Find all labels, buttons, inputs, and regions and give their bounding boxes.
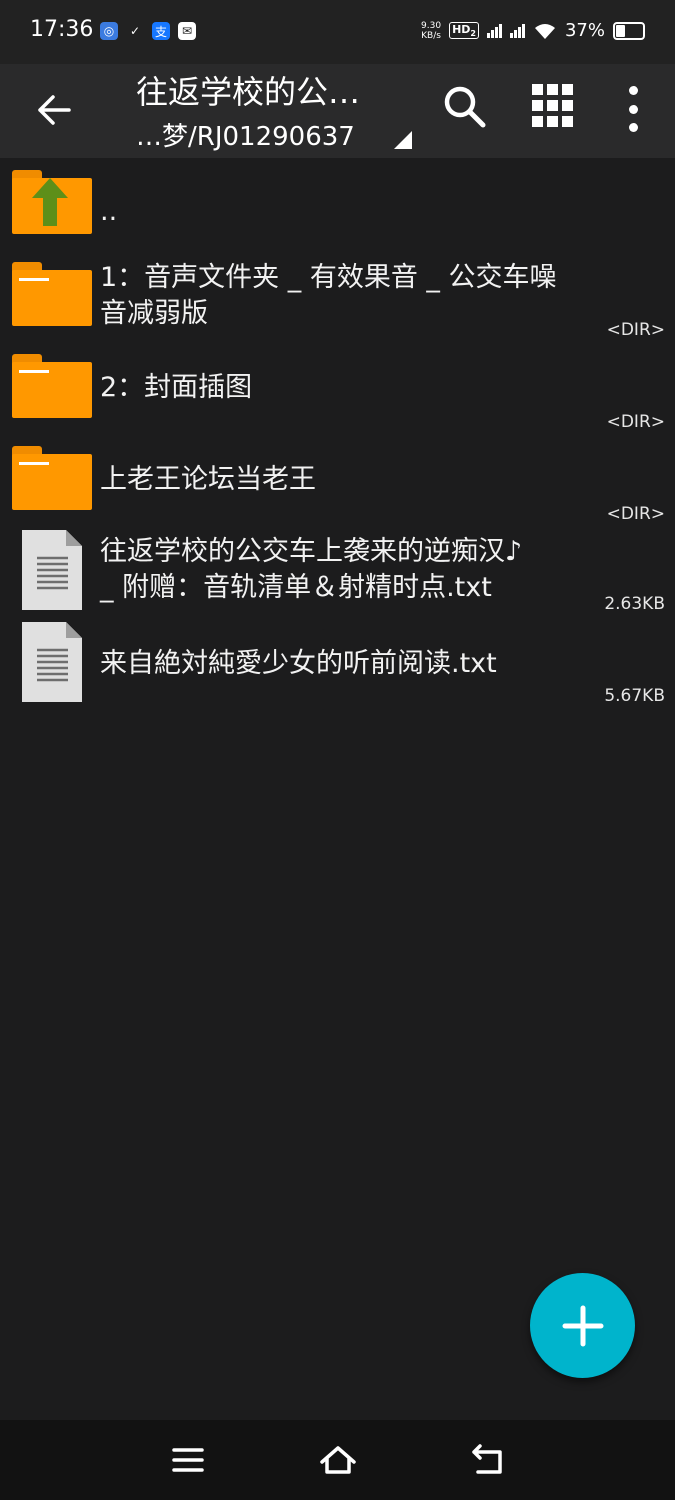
list-item[interactable]: 上老王论坛当老王 <DIR> — [0, 440, 675, 532]
notification-icons: ◎ ✓ 支 ✉ — [100, 22, 196, 40]
back-button[interactable] — [26, 82, 82, 138]
status-time: 17:36 — [30, 17, 94, 42]
file-name: 上老王论坛当老王 — [100, 464, 316, 495]
file-size: 5.67KB — [604, 686, 665, 706]
path-dropdown-icon[interactable] — [394, 131, 412, 149]
file-name: 往返学校的公交车上袭来的逆痴汉♪ _ 附赠：音轨清单＆射精时点.txt — [100, 536, 523, 603]
folder-icon — [12, 262, 92, 326]
signal-icon-1 — [486, 23, 502, 38]
menu-icon — [172, 1448, 204, 1472]
cloud-app-icon: ◎ — [100, 22, 118, 40]
home-nav-button[interactable] — [318, 1440, 358, 1480]
file-name: 2：封面插图 — [100, 372, 253, 403]
home-icon — [320, 1446, 356, 1474]
current-path[interactable]: …梦/RJ01290637 — [136, 116, 355, 153]
app-toolbar: 往返学校的公… …梦/RJ01290637 — [0, 64, 675, 158]
system-nav-bar — [0, 1420, 675, 1500]
file-name: 1：音声文件夹 _ 有效果音 _ 公交车噪 音减弱版 — [100, 262, 557, 329]
list-item[interactable]: 往返学校的公交车上袭来的逆痴汉♪ _ 附赠：音轨清单＆射精时点.txt 2.63… — [0, 530, 675, 622]
file-size: 2.63KB — [604, 594, 665, 614]
wifi-icon — [534, 23, 555, 39]
return-icon — [472, 1444, 502, 1474]
folder-icon — [12, 446, 92, 510]
folder-icon — [12, 354, 92, 418]
list-item[interactable]: 1：音声文件夹 _ 有效果音 _ 公交车噪 音减弱版 <DIR> — [0, 256, 675, 348]
list-item[interactable]: 来自絶対純愛少女的听前阅读.txt 5.67KB — [0, 622, 675, 714]
page-title: 往返学校的公… — [136, 73, 361, 111]
battery-percent: 37% — [564, 20, 605, 41]
back-nav-button[interactable] — [468, 1440, 508, 1480]
battery-icon — [613, 21, 645, 40]
search-button[interactable] — [440, 82, 490, 132]
grid-view-button[interactable] — [532, 84, 576, 128]
search-icon — [444, 86, 486, 128]
up-arrow-icon — [32, 178, 68, 226]
text-file-icon — [22, 530, 82, 610]
hd-voice-badge: HD2 — [449, 21, 479, 40]
folder-up-icon — [12, 170, 92, 234]
alipay-icon: 支 — [152, 22, 170, 40]
file-meta: <DIR> — [606, 412, 665, 432]
status-bar: 17:36 ◎ ✓ 支 ✉ 9.30 KB/s HD2 37% — [0, 0, 675, 64]
mail-icon: ✉ — [178, 22, 196, 40]
network-speed: 9.30 KB/s — [421, 20, 442, 41]
plus-icon — [562, 1305, 603, 1346]
arrow-back-icon — [38, 95, 71, 125]
add-button[interactable] — [530, 1273, 635, 1378]
more-options-button[interactable] — [618, 82, 648, 136]
list-item-parent[interactable]: .. — [0, 164, 675, 256]
list-item[interactable]: 2：封面插图 <DIR> — [0, 348, 675, 440]
file-name: 来自絶対純愛少女的听前阅读.txt — [100, 648, 497, 679]
file-meta: <DIR> — [606, 504, 665, 524]
menu-nav-button[interactable] — [168, 1440, 208, 1480]
text-file-icon — [22, 622, 82, 702]
file-meta: <DIR> — [606, 320, 665, 340]
signal-icon-2 — [509, 23, 525, 38]
file-name: .. — [100, 196, 118, 227]
status-right: 9.30 KB/s HD2 37% — [421, 20, 645, 41]
checklist-icon: ✓ — [129, 24, 141, 38]
